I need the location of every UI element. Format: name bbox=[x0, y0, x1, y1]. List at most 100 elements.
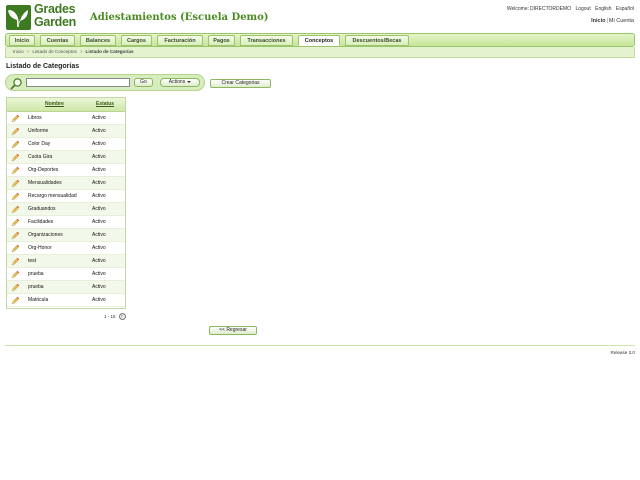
tab-conceptos[interactable]: Conceptos bbox=[298, 35, 340, 46]
magnifier-icon bbox=[10, 77, 23, 90]
table-row: prueba Activo bbox=[7, 268, 125, 281]
pencil-icon[interactable] bbox=[11, 257, 20, 266]
logout-link[interactable]: Logout bbox=[575, 6, 590, 12]
column-header-nombre[interactable]: Nombre bbox=[45, 101, 64, 107]
pagination: 1 - 15 › bbox=[104, 313, 126, 320]
footer-divider bbox=[5, 345, 635, 346]
chevron-down-icon bbox=[187, 80, 192, 83]
table-row: Organizaciones Activo bbox=[7, 229, 125, 242]
pagination-range: 1 - 15 bbox=[104, 314, 116, 319]
table-row: Facilidades Activo bbox=[7, 216, 125, 229]
tab-inicio[interactable]: Inicio bbox=[9, 35, 35, 46]
category-status: Activo bbox=[92, 193, 106, 199]
go-button[interactable]: Go bbox=[134, 78, 153, 87]
search-input[interactable] bbox=[26, 78, 130, 87]
tab-cuentas[interactable]: Cuentas bbox=[40, 35, 75, 46]
table-row: Color Day Activo bbox=[7, 138, 125, 151]
pencil-icon[interactable] bbox=[11, 192, 20, 201]
search-bar: Go Actions bbox=[5, 74, 205, 91]
leaf-icon bbox=[6, 5, 31, 30]
category-name: Cuota Gira bbox=[28, 154, 53, 160]
crear-categorias-button[interactable]: Crear Categorias bbox=[210, 79, 271, 88]
pencil-icon[interactable] bbox=[11, 140, 20, 149]
tab-balances[interactable]: Balances bbox=[80, 35, 116, 46]
chevron-right-icon: › bbox=[121, 313, 123, 319]
table-row: Cuota Gira Activo bbox=[7, 151, 125, 164]
pencil-icon[interactable] bbox=[11, 296, 20, 305]
category-name: prueba bbox=[28, 271, 44, 277]
pencil-icon[interactable] bbox=[11, 218, 20, 227]
pencil-icon[interactable] bbox=[11, 283, 20, 292]
espanol-link[interactable]: Español bbox=[616, 6, 634, 12]
category-status: Activo bbox=[92, 128, 106, 134]
pencil-icon[interactable] bbox=[11, 166, 20, 175]
tab-pagos[interactable]: Pagos bbox=[208, 35, 235, 46]
main-nav: Inicio Cuentas Balances Cargos Facturaci… bbox=[5, 33, 635, 47]
column-header-estatus[interactable]: Estatus bbox=[96, 101, 114, 107]
tab-descuentos-becas[interactable]: Descuentos/Becas bbox=[345, 35, 409, 46]
pencil-icon[interactable] bbox=[11, 205, 20, 214]
logo: Grades Garden bbox=[6, 3, 84, 32]
logo-line-2: Garden bbox=[34, 15, 76, 29]
inicio-link[interactable]: Inicio bbox=[591, 18, 605, 24]
english-link[interactable]: English bbox=[595, 6, 611, 12]
category-name: Org-Deportes bbox=[28, 167, 59, 173]
category-name: prueba bbox=[28, 284, 44, 290]
category-status: Activo bbox=[92, 297, 106, 303]
category-name: Organizaciones bbox=[28, 232, 63, 238]
table-row: Org-Honor Activo bbox=[7, 242, 125, 255]
pencil-icon[interactable] bbox=[11, 114, 20, 123]
app-title: Adiestamientos (Escuela Demo) bbox=[90, 12, 269, 23]
category-status: Activo bbox=[92, 284, 106, 290]
link-separator: | bbox=[606, 18, 608, 24]
category-status: Activo bbox=[92, 141, 106, 147]
category-name: Uniforme bbox=[28, 128, 49, 134]
user-links: Inicio|Mi Cuenta bbox=[591, 18, 634, 24]
pencil-icon[interactable] bbox=[11, 231, 20, 240]
next-page-button[interactable]: › bbox=[119, 313, 126, 320]
top-links: Welcome:DIRECTORDEMO Logout English Espa… bbox=[504, 6, 634, 12]
breadcrumb-current: Listado de Categorías bbox=[85, 49, 134, 54]
breadcrumb-separator: > bbox=[26, 49, 30, 54]
category-name: test bbox=[28, 258, 37, 264]
table-row: Matricula Activo bbox=[7, 294, 125, 307]
pencil-icon[interactable] bbox=[11, 153, 20, 162]
pencil-icon[interactable] bbox=[11, 127, 20, 136]
breadcrumb-listado-conceptos[interactable]: Listado de Conceptos bbox=[32, 49, 76, 54]
pencil-icon[interactable] bbox=[11, 270, 20, 279]
mi-cuenta-link[interactable]: Mi Cuenta bbox=[609, 18, 634, 24]
table-header: Nombre Estatus bbox=[7, 98, 125, 112]
categories-table: Nombre Estatus Libros Activo Uniforme Activ… bbox=[6, 97, 126, 309]
table-row: Recargo mensualidad Activo bbox=[7, 190, 125, 203]
category-status: Activo bbox=[92, 219, 106, 225]
pencil-icon[interactable] bbox=[11, 244, 20, 253]
welcome-label: Welcome: bbox=[506, 6, 530, 12]
category-name: Libros bbox=[28, 115, 42, 121]
release-version: Release 3.0 bbox=[610, 350, 635, 355]
category-status: Activo bbox=[92, 115, 106, 121]
table-row: Uniforme Activo bbox=[7, 125, 125, 138]
table-row: Libros Activo bbox=[7, 112, 125, 125]
tab-cargos[interactable]: Cargos bbox=[121, 35, 152, 46]
table-row: Org-Deportes Activo bbox=[7, 164, 125, 177]
category-status: Activo bbox=[92, 154, 106, 160]
actions-button[interactable]: Actions bbox=[160, 78, 200, 87]
regresar-button[interactable]: << Regresar bbox=[209, 326, 257, 335]
category-status: Activo bbox=[92, 180, 106, 186]
actions-label: Actions bbox=[168, 79, 186, 85]
breadcrumb-inicio[interactable]: Inicio bbox=[13, 49, 24, 54]
logo-text: Grades Garden bbox=[34, 3, 76, 29]
category-name: Mensualidades bbox=[28, 180, 62, 186]
category-name: Color Day bbox=[28, 141, 51, 147]
table-row: Graduandos Activo bbox=[7, 203, 125, 216]
table-row: Mensualidades Activo bbox=[7, 177, 125, 190]
category-status: Activo bbox=[92, 232, 106, 238]
tab-transacciones[interactable]: Transacciones bbox=[240, 35, 293, 46]
username: DIRECTORDEMO bbox=[530, 6, 572, 12]
category-status: Activo bbox=[92, 206, 106, 212]
category-name: Matricula bbox=[28, 297, 49, 303]
category-status: Activo bbox=[92, 167, 106, 173]
tab-facturacion[interactable]: Facturación bbox=[157, 35, 203, 46]
pencil-icon[interactable] bbox=[11, 179, 20, 188]
category-name: Recargo mensualidad bbox=[28, 193, 77, 199]
